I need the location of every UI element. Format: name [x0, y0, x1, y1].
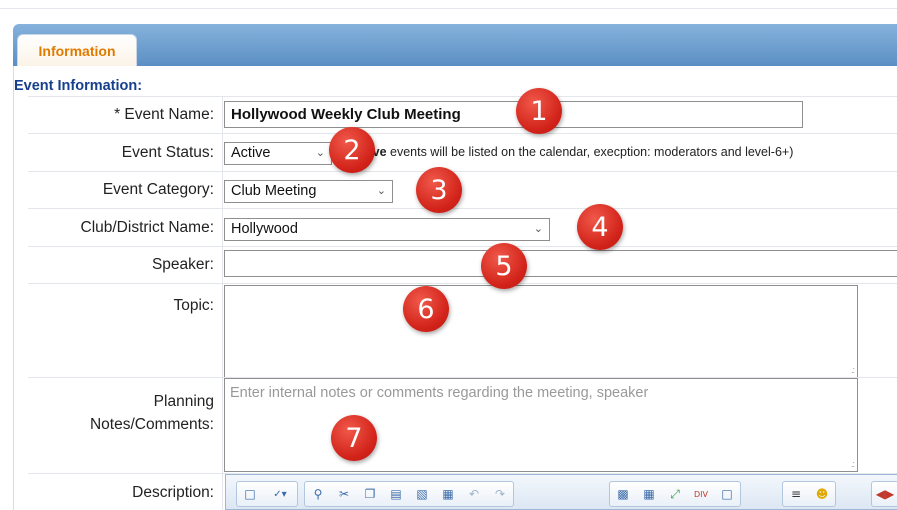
event-name-input[interactable]: Hollywood Weekly Club Meeting: [224, 101, 803, 128]
planning-notes-label: Planning Notes/Comments:: [89, 393, 214, 433]
callout-badge-6: 6: [403, 286, 449, 332]
maximize-icon[interactable]: ⤢: [666, 485, 684, 503]
event-category-label: Event Category:: [102, 181, 214, 198]
event-category-value: Club Meeting: [231, 183, 317, 199]
toolbar-group-clipboard: ⚲ ✂ ❐ ▤ ▧ ▦ ↶ ↷: [304, 481, 514, 507]
copy-icon[interactable]: ❐: [361, 485, 379, 503]
event-status-label: Event Status:: [121, 144, 214, 161]
cut-icon[interactable]: ✂: [335, 485, 353, 503]
editor-toolbar: □ ✓▾ ⚲ ✂ ❐ ▤ ▧ ▦ ↶ ↷ ▩ ▦ ⤢ DIV □ ≡ ☻ ◀▶: [225, 474, 897, 510]
planning-notes-textarea[interactable]: Enter internal notes or comments regardi…: [224, 378, 858, 472]
row-event-category: Event Category: Club Meeting ⌄: [28, 171, 897, 208]
resize-grip-icon[interactable]: .:: [851, 365, 855, 375]
section-title: Event Information:: [14, 78, 143, 94]
find-icon[interactable]: ⚲: [309, 485, 327, 503]
source-icon[interactable]: ◀▶: [876, 485, 894, 503]
div-icon[interactable]: DIV: [692, 485, 710, 503]
event-category-select[interactable]: Club Meeting ⌄: [224, 180, 393, 203]
smiley-icon[interactable]: ☻: [813, 485, 831, 503]
event-status-select[interactable]: Active ⌄: [224, 142, 332, 165]
status-note: Active events will be listed on the cale…: [349, 145, 794, 159]
row-speaker: Speaker:: [28, 246, 897, 283]
club-name-label: Club/District Name:: [80, 219, 215, 236]
paste-icon[interactable]: ▤: [387, 485, 405, 503]
callout-badge-4: 4: [577, 204, 623, 250]
chevron-down-icon: ⌄: [315, 147, 325, 159]
description-label: Description:: [132, 484, 214, 501]
callout-badge-1: 1: [516, 88, 562, 134]
chevron-down-icon: ⌄: [376, 185, 386, 197]
topic-textarea[interactable]: .:: [224, 285, 858, 378]
planning-notes-placeholder: Enter internal notes or comments regardi…: [230, 385, 649, 401]
resize-grip-icon[interactable]: .:: [851, 459, 855, 469]
callout-badge-7: 7: [331, 415, 377, 461]
toolbar-group-insert: ▩ ▦ ⤢ DIV □: [609, 481, 741, 507]
callout-badge-2: 2: [329, 127, 375, 173]
club-name-value: Hollywood: [231, 221, 298, 237]
row-event-name: * Event Name: Hollywood Weekly Club Meet…: [28, 96, 897, 133]
redo-icon[interactable]: ↷: [491, 485, 509, 503]
new-page-icon[interactable]: □: [241, 485, 259, 503]
paste-text-icon[interactable]: ▧: [413, 485, 431, 503]
speaker-input[interactable]: [224, 250, 897, 277]
topic-label: Topic:: [173, 297, 215, 314]
callout-badge-3: 3: [416, 167, 462, 213]
event-status-value: Active: [231, 145, 271, 161]
paste-word-icon[interactable]: ▦: [439, 485, 457, 503]
toolbar-group-format: ≡ ☻: [782, 481, 836, 507]
table-icon[interactable]: ▦: [640, 485, 658, 503]
undo-icon[interactable]: ↶: [465, 485, 483, 503]
toolbar-group-document: □ ✓▾: [236, 481, 298, 507]
image-icon[interactable]: ▩: [614, 485, 632, 503]
row-planning-notes: Planning Notes/Comments: Enter internal …: [28, 377, 897, 473]
club-name-select[interactable]: Hollywood ⌄: [224, 218, 550, 241]
callout-badge-5: 5: [481, 243, 527, 289]
speaker-label: Speaker:: [151, 256, 214, 273]
tab-information[interactable]: Information: [17, 34, 137, 66]
iframe-icon[interactable]: □: [718, 485, 736, 503]
top-divider: [0, 8, 897, 9]
row-club-name: Club/District Name: Hollywood ⌄: [28, 208, 897, 246]
align-icon[interactable]: ≡: [787, 485, 805, 503]
toolbar-group-source: ◀▶: [871, 481, 897, 507]
spellcheck-icon[interactable]: ✓▾: [267, 485, 293, 503]
tab-bar: Information: [13, 24, 897, 66]
event-name-label: * Event Name:: [114, 106, 214, 123]
chevron-down-icon: ⌄: [533, 223, 543, 235]
row-topic: Topic: .:: [28, 283, 897, 378]
